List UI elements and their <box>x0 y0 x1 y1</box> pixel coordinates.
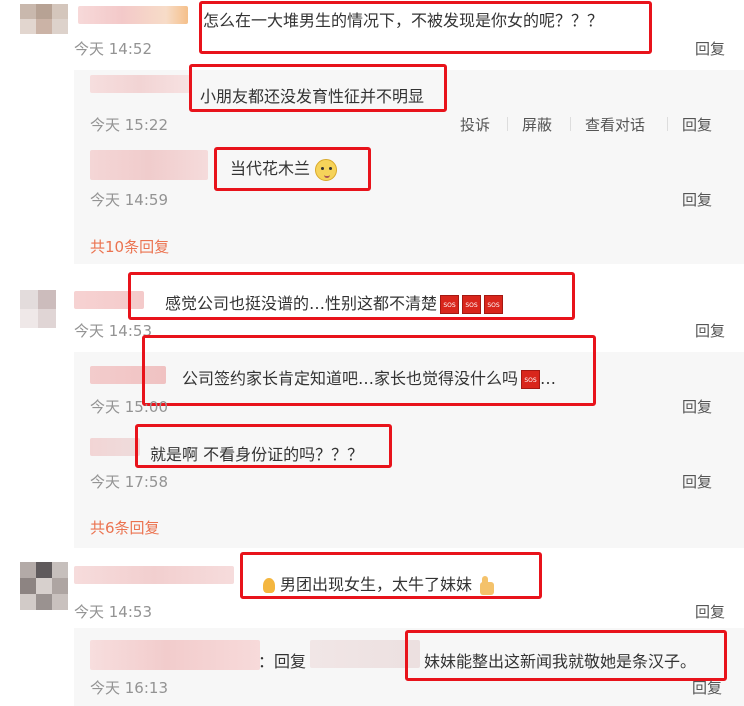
comment-time: 今天 14:53 <box>74 603 152 621</box>
divider <box>507 117 508 131</box>
subreply-time: 今天 15:22 <box>90 116 168 134</box>
username-blurred[interactable] <box>90 640 260 670</box>
subreply-time: 今天 17:58 <box>90 473 168 491</box>
praying-hands-icon <box>260 577 278 595</box>
doge-emoji-icon <box>315 158 338 181</box>
subreply-content: 小朋友都还没发育性征并不明显 <box>200 87 425 106</box>
username-blurred[interactable] <box>90 75 190 93</box>
subreply-text: 就是啊 不看身份证的吗？？？ <box>150 441 363 465</box>
comment-text: 男团出现女生，太牛了妹妹 <box>260 571 496 596</box>
subreply-content: 公司签约家长肯定知道吧…家长也觉得没什么吗 <box>182 369 519 388</box>
subreply-text: 当代花木兰 <box>230 155 338 181</box>
username-blurred[interactable] <box>90 150 208 180</box>
subreply-text: 妹妹能整出这新闻我就敬她是条汉子。 <box>424 648 696 672</box>
sos-emoji-icon: SOS <box>521 370 541 389</box>
username-blurred[interactable] <box>74 566 234 584</box>
comment-text: 怎么在一大堆男生的情况下，不被发现是你女的呢？？？ <box>203 11 604 30</box>
avatar[interactable] <box>20 290 56 328</box>
avatar[interactable] <box>20 4 68 34</box>
block-button[interactable]: 屏蔽 <box>522 114 552 135</box>
sos-emoji-icon: SOS <box>440 295 460 314</box>
comment-content: 感觉公司也挺没谱的…性别这都不清楚 <box>165 294 438 313</box>
subreply-time: 今天 16:13 <box>90 679 168 697</box>
username-blurred[interactable] <box>310 640 420 668</box>
comment-time: 今天 14:52 <box>74 40 152 58</box>
reply-button[interactable]: 回复 <box>682 471 712 492</box>
more-replies-link[interactable]: 共6条回复 <box>90 517 160 538</box>
username-blurred[interactable] <box>74 291 144 309</box>
reply-button[interactable]: 回复 <box>682 114 712 135</box>
thumbs-up-icon <box>474 575 496 596</box>
reply-button[interactable]: 回复 <box>692 677 722 698</box>
reply-button[interactable]: 回复 <box>682 396 712 417</box>
comment-content: 男团出现女生，太牛了妹妹 <box>280 575 473 594</box>
reply-button[interactable]: 回复 <box>695 320 725 341</box>
report-button[interactable]: 投诉 <box>460 114 490 135</box>
subreply-time: 今天 15:00 <box>90 398 168 416</box>
divider <box>667 117 668 131</box>
reply-prefix: ：回复 <box>258 652 307 671</box>
view-conversation-button[interactable]: 查看对话 <box>585 114 645 135</box>
reply-button[interactable]: 回复 <box>695 38 725 59</box>
comment-text: 感觉公司也挺没谱的…性别这都不清楚 SOS SOS SOS <box>165 290 504 314</box>
subreply-text: 公司签约家长肯定知道吧…家长也觉得没什么吗 SOS… <box>182 365 556 389</box>
reply-button[interactable]: 回复 <box>695 601 725 622</box>
username-blurred[interactable] <box>78 6 188 24</box>
ellipsis: … <box>540 369 557 388</box>
reply-button[interactable]: 回复 <box>682 189 712 210</box>
username-blurred[interactable] <box>90 438 140 456</box>
sos-emoji-icon: SOS <box>484 295 504 314</box>
avatar[interactable] <box>20 562 68 610</box>
subreply-content: 妹妹能整出这新闻我就敬她是条汉子。 <box>424 652 697 671</box>
subreply-time: 今天 14:59 <box>90 191 168 209</box>
subreply-text: 小朋友都还没发育性征并不明显 <box>200 83 424 107</box>
subreply-content: 当代花木兰 <box>230 159 311 178</box>
more-replies-link[interactable]: 共10条回复 <box>90 236 169 257</box>
divider <box>570 117 571 131</box>
sos-emoji-icon: SOS <box>462 295 482 314</box>
comment-time: 今天 14:53 <box>74 322 152 340</box>
subreply-content: 就是啊 不看身份证的吗？？？ <box>150 445 364 464</box>
username-blurred[interactable] <box>90 366 166 384</box>
